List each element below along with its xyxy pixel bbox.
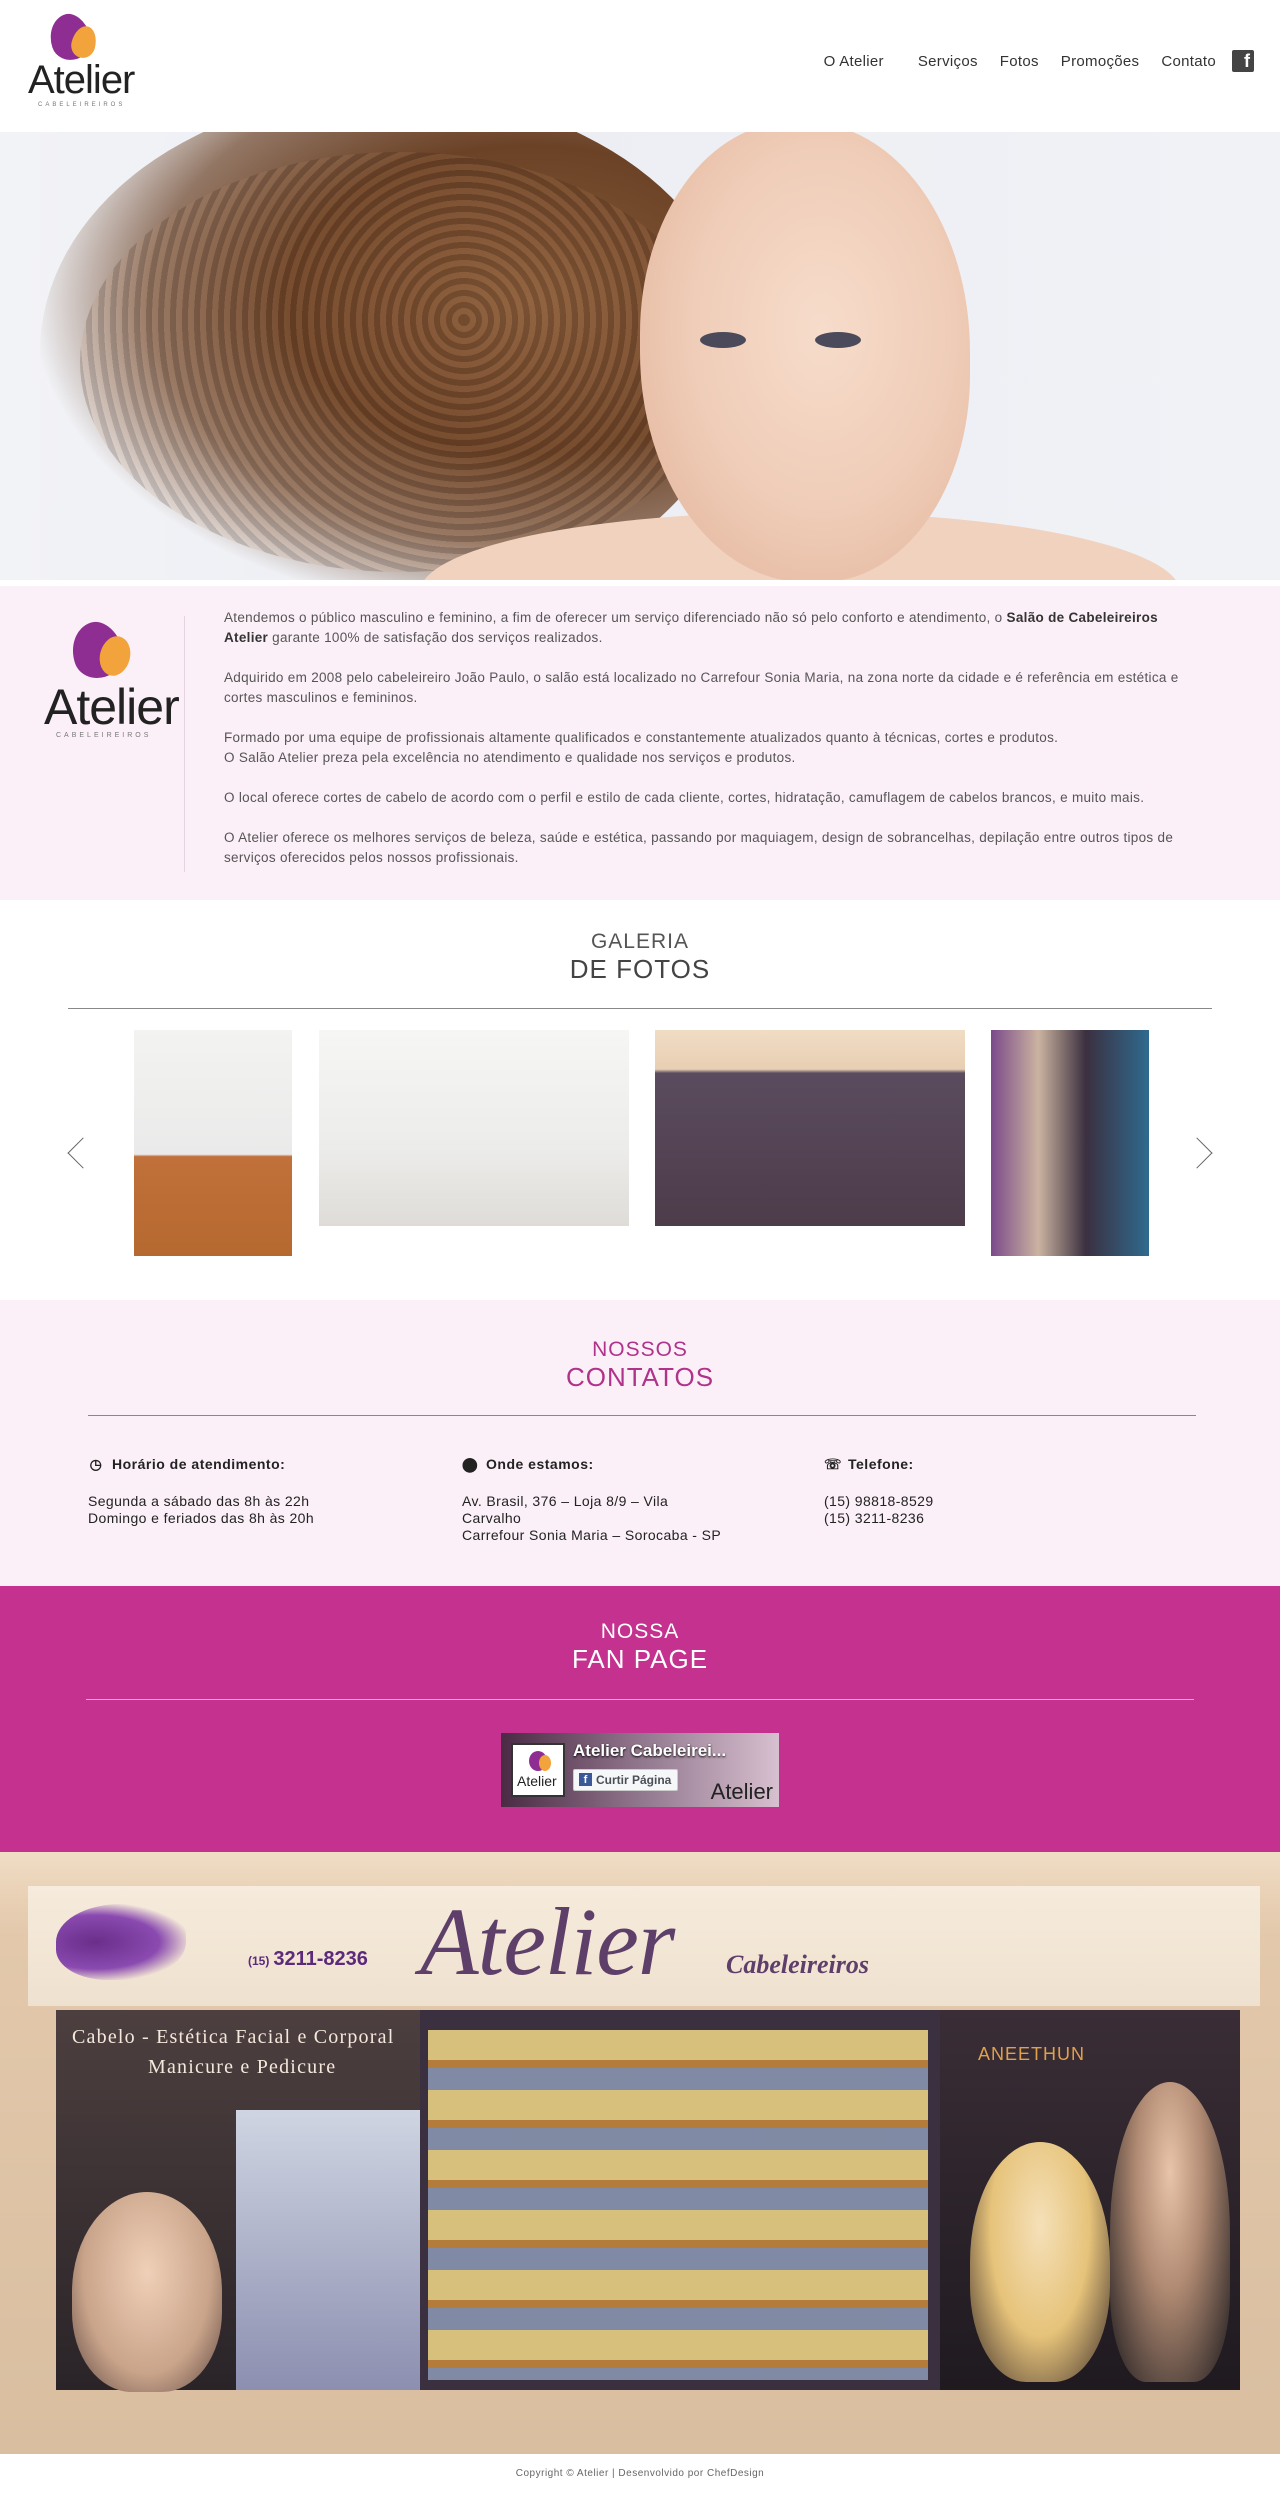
gallery-photo-4[interactable] [991,1030,1149,1256]
contact-hours-line-1: Segunda a sábado das 8h às 22h [88,1493,310,1509]
about-paragraph-2: Adquirido em 2008 pelo cabeleireiro João… [224,670,1179,705]
storefront-phone-number: 3211-8236 [273,1948,368,1970]
fb-thumb-word: Atelier [517,1773,557,1789]
fb-corner-logo: Atelier [710,1779,773,1804]
gallery-divider [68,1008,1212,1009]
contact-address-heading-text: Onde estamos: [486,1456,594,1472]
about-section: Atelier CABELEIREIROS Atendemos o públic… [0,580,1280,900]
nav-o-atelier[interactable]: O Atelier [824,53,884,70]
storefront-door [236,2110,420,2390]
fb-thumb-drop-orange [539,1755,551,1771]
site-header: Atelier CABELEIREIROS O Atelier Serviços… [0,0,1280,132]
storefront-line-1: Cabelo - Estética Facial e Corporal [72,2026,395,2048]
contact-address-line-1: Av. Brasil, 376 – Loja 8/9 – Vila [462,1493,669,1509]
about-p3-b: O Salão Atelier preza pela excelência no… [224,750,796,765]
contact-address: ⬤ Onde estamos: Av. Brasil, 376 – Loja 8/… [462,1456,721,1544]
storefront-line-2: Manicure e Pedicure [148,2056,337,2078]
contacts-title-top: NOSSOS [592,1338,688,1361]
nav-contato[interactable]: Contato [1161,53,1216,70]
fanpage-title-top: NOSSA [600,1620,680,1643]
footer-copyright: Copyright © Atelier | Desenvolvido por C… [515,2468,765,2479]
gallery-photo-2[interactable] [319,1030,629,1226]
contact-address-line-3: Carrefour Sonia Maria – Sorocaba - SP [462,1527,722,1543]
about-paragraph-1: Atendemos o público masculino e feminino… [224,608,1200,648]
logo-word: Atelier [28,58,135,102]
facebook-icon[interactable]: f [1232,50,1254,72]
storefront-brand: Atelier [420,1888,675,1995]
site-logo[interactable]: Atelier CABELEIREIROS [28,8,135,110]
about-logo: Atelier CABELEIREIROS [44,615,180,742]
storefront-image: (15) 3211-8236 Atelier Cabeleireiros Cabe… [0,1852,1280,2454]
fb-like-label: Curtir Página [596,1773,672,1787]
hero-eye-right [815,332,861,348]
storefront-model-3 [1110,2082,1230,2382]
contact-hours-heading-text: Horário de atendimento: [112,1456,286,1472]
about-paragraph-3: Formado por uma equipe de profissionais … [224,728,1200,768]
fb-page-name[interactable]: Atelier Cabeleirei... [573,1741,726,1761]
fanpage-divider [86,1699,1194,1700]
about-p1-a: Atendemos o público masculino e feminino… [224,610,1007,625]
nav-servicos[interactable]: Serviços [918,53,978,70]
nav-promocoes[interactable]: Promoções [1061,53,1140,70]
hero-eye-left [700,332,746,348]
fanpage-title: NOSSA FAN PAGE [0,1586,1280,1675]
fanpage-title-bottom: FAN PAGE [571,1644,709,1674]
gallery-section: GALERIA DE FOTOS [0,900,1280,1300]
contact-phone: ☏ Telefone: (15) 98818-8529 (15) 3211-823… [824,1456,934,1527]
contact-hours-line-2: Domingo e feriados das 8h às 20h [88,1510,315,1526]
storefront-model-2 [970,2142,1110,2382]
about-paragraph-5: O Atelier oferece os melhores serviços d… [224,830,1174,865]
contact-phone-heading: ☏ Telefone: [824,1456,934,1473]
facebook-page-widget[interactable]: Atelier Atelier Cabeleirei... f Curtir Pá… [501,1733,779,1807]
fanpage-section: NOSSA FAN PAGE Atelier Atelier Cabeleire… [0,1586,1280,1852]
about-p3-a: Formado por uma equipe de profissionais … [224,730,1059,745]
about-logo-sub: CABELEIREIROS [56,732,152,739]
hero-curls [80,152,720,572]
contact-address-heading: ⬤ Onde estamos: [462,1456,721,1473]
about-divider [184,616,185,872]
contacts-title: NOSSOS CONTATOS [0,1300,1280,1393]
contacts-divider [88,1415,1196,1416]
fb-like-button[interactable]: f Curtir Página [573,1769,679,1791]
contact-phone-heading-text: Telefone: [848,1456,914,1472]
storefront-brand-sub: Cabeleireiros [726,1950,869,1979]
contacts-title-bottom: CONTATOS [565,1362,715,1392]
gallery-title-top: GALERIA [590,930,690,953]
contact-phone-line-2[interactable]: (15) 3211-8236 [824,1510,934,1527]
about-logo-word: Atelier [44,679,180,735]
gallery-photo-3[interactable] [655,1030,965,1226]
storefront-anee-brand: ANEETHUN [978,2044,1086,2064]
phone-icon: ☏ [824,1456,843,1472]
contact-hours: ◷ Horário de atendimento: Segunda a sábad… [88,1456,314,1527]
about-text: Atendemos o público masculino e feminino… [224,608,1200,888]
main-nav: O Atelier Serviços Fotos Promoções Conta… [802,50,1254,72]
hero-face [640,132,970,580]
contacts-section: NOSSOS CONTATOS ◷ Horário de atendimento:… [0,1300,1280,1586]
contact-phone-line-1[interactable]: (15) 98818-8529 [824,1493,934,1510]
about-paragraph-4: O local oferece cortes de cabelo de acor… [224,790,1145,805]
about-p1-b: garante 100% de satisfação dos serviços … [268,630,603,645]
storefront-shelves [428,2030,928,2380]
nav-fotos[interactable]: Fotos [1000,53,1039,70]
gallery-title-bottom: DE FOTOS [569,954,711,984]
fb-like-icon: f [579,1773,592,1786]
hero-banner [0,132,1280,580]
logo-sub: CABELEIREIROS [38,102,126,108]
clock-icon: ◷ [89,1456,103,1472]
gallery-photo-1[interactable] [134,1030,292,1256]
storefront-model-1 [72,2192,222,2392]
storefront-logo-hair [56,1904,186,1980]
contact-address-line-2: Carvalho [462,1510,522,1526]
map-pin-icon: ⬤ [462,1456,479,1472]
site-footer: Copyright © Atelier | Desenvolvido por C… [0,2454,1280,2494]
storefront-phone: (15) 3211-8236 [248,1948,368,1971]
gallery-title: GALERIA DE FOTOS [0,900,1280,985]
fb-page-thumb: Atelier [511,1743,565,1797]
storefront-phone-prefix: (15) [248,1954,270,1968]
contact-hours-heading: ◷ Horário de atendimento: [88,1456,314,1473]
